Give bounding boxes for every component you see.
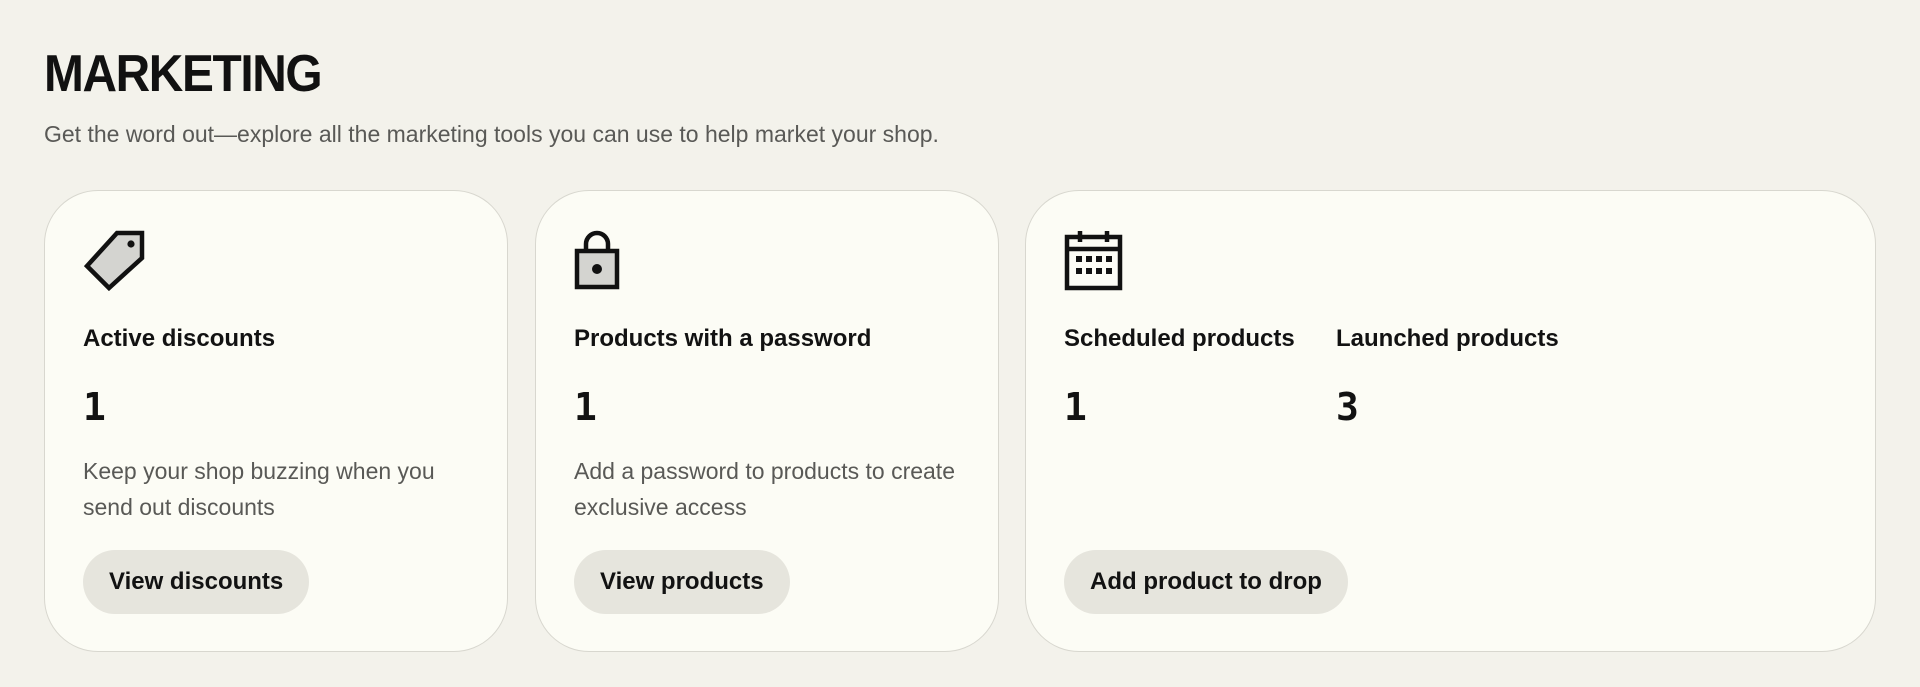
add-product-to-drop-button[interactable]: Add product to drop (1064, 550, 1348, 614)
card-description: Keep your shop buzzing when you send out… (83, 458, 435, 520)
discounts-card: Active discounts 1 Keep your shop buzzin… (44, 190, 508, 652)
stat-label: Launched products (1336, 325, 1559, 352)
page-subtitle: Get the word out—explore all the marketi… (44, 121, 939, 147)
stat-label: Active discounts (83, 325, 276, 352)
stat-value: 1 (574, 385, 597, 429)
stat-label: Scheduled products (1064, 325, 1295, 352)
password-products-card: Products with a password 1 Add a passwor… (535, 190, 999, 652)
card-description: Add a password to products to create exc… (574, 458, 955, 520)
page-title: MARKETING (44, 45, 323, 103)
active-discounts-stat: Active discounts 1 (83, 323, 275, 429)
view-products-button[interactable]: View products (574, 550, 790, 614)
stat-label: Products with a password (574, 325, 872, 352)
stat-value: 1 (1064, 385, 1087, 429)
view-discounts-button[interactable]: View discounts (83, 550, 310, 614)
launched-products-stat: Launched products 3 (1336, 323, 1559, 429)
lock-icon (574, 229, 636, 291)
tag-icon (83, 229, 145, 291)
calendar-icon (1064, 229, 1126, 291)
stat-value: 1 (83, 385, 106, 429)
scheduled-products-stat: Scheduled products 1 (1064, 323, 1295, 429)
product-drops-card: Scheduled products 1 Launched products 3… (1025, 190, 1876, 652)
stat-value: 3 (1336, 385, 1359, 429)
password-products-stat: Products with a password 1 (574, 323, 871, 429)
